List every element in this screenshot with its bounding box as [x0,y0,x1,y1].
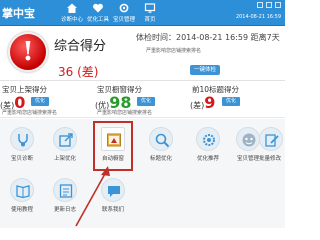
minimize-button[interactable] [257,2,263,8]
tool-item-listing[interactable]: 上架优化 [47,123,83,169]
alert-icon: ! [8,32,48,72]
top-date: 2014-08-21 16:59 [235,14,281,20]
window-controls [257,2,281,8]
app-logo: 掌中宝 [2,7,35,20]
chat-icon [108,186,120,197]
tool-item-diagnose-label: 宝贝诊断 [10,156,33,162]
nav-diagnose-label: 诊断中心 [60,17,83,23]
tool-item-batch-edit[interactable]: 批量修改 [258,123,284,169]
metric-title-score: (差)9 [190,93,215,112]
tool-item-tutorial[interactable]: 使用教程 [4,174,40,220]
nav-home[interactable]: 首页 [134,0,166,23]
tool-grid: 宝贝诊断 上架优化 自动橱窗 标题优化 优化推荐 宝贝管理 批量修改 使用教程 … [0,119,285,228]
tool-item-diagnose[interactable]: 宝贝诊断 [4,123,40,169]
optimize-window-button[interactable]: 优化 [137,97,155,106]
nav-home-label: 首页 [144,17,156,23]
top-bar: 掌中宝 诊断中心 优化工具 宝贝管理 首页 2014-08-21 16:59 [0,0,285,26]
exclamation-icon: ! [22,37,34,67]
book-icon [16,185,30,199]
face-icon [242,133,256,147]
tool-item-auto-window[interactable]: 自动橱窗 [93,121,133,171]
tool-item-recommend-label: 优化推荐 [196,156,219,162]
nav-item-manage-label: 宝贝管理 [112,17,135,23]
home-icon [67,3,77,13]
optimize-listing-button[interactable]: 优化 [31,97,49,106]
tool-item-recommend[interactable]: 优化推荐 [190,123,226,169]
tool-item-batch-edit-label: 批量修改 [258,156,281,162]
window-icon [107,133,121,147]
tool-item-title[interactable]: 标题优化 [143,123,179,169]
metric-title-value: 9 [204,93,216,112]
gear-icon [119,3,129,13]
metric-title-grade: (差) [190,101,205,110]
stethoscope-icon [18,134,28,147]
tool-item-contact-label: 联系我们 [101,207,124,213]
tool-item-title-label: 标题优化 [149,156,172,162]
optimize-title-button[interactable]: 优化 [222,97,240,106]
score-value: 36 (差) [58,65,99,79]
share-icon [59,133,73,147]
one-click-check-button[interactable]: 一键体检 [190,65,220,75]
gear-icon [203,134,215,146]
magnifier-icon [155,133,170,148]
close-button[interactable] [275,2,281,8]
tool-item-changelog[interactable]: 更新日志 [47,174,83,220]
heart-icon [93,3,103,13]
nav-optimize-label: 优化工具 [86,17,109,23]
tool-item-contact[interactable]: 联系我们 [95,174,131,220]
score-warning: 严重影响您店铺搜索排名 [146,48,202,54]
tool-item-listing-label: 上架优化 [53,156,76,162]
tool-item-tutorial-label: 使用教程 [10,207,33,213]
metric-title: 前10标题得分 (差)9 优化 [190,82,285,118]
tool-item-changelog-label: 更新日志 [53,207,76,213]
score-panel: ! 综合得分 36 (差) 体检时间：2014-08-21 16:59 距离7天… [0,27,285,81]
score-title: 综合得分 [54,39,107,54]
maximize-button[interactable] [266,2,272,8]
check-time: 体检时间：2014-08-21 16:59 距离7天 [136,33,280,42]
refresh-icon [59,184,73,198]
monitor-icon [144,3,156,13]
tool-item-auto-window-label: 自动橱窗 [101,156,124,162]
metric-window-note: 严重影响您店铺搜索排名 [97,110,153,116]
metric-listing-note: 严重影响您店铺搜索排名 [2,110,58,116]
edit-icon [265,134,279,147]
